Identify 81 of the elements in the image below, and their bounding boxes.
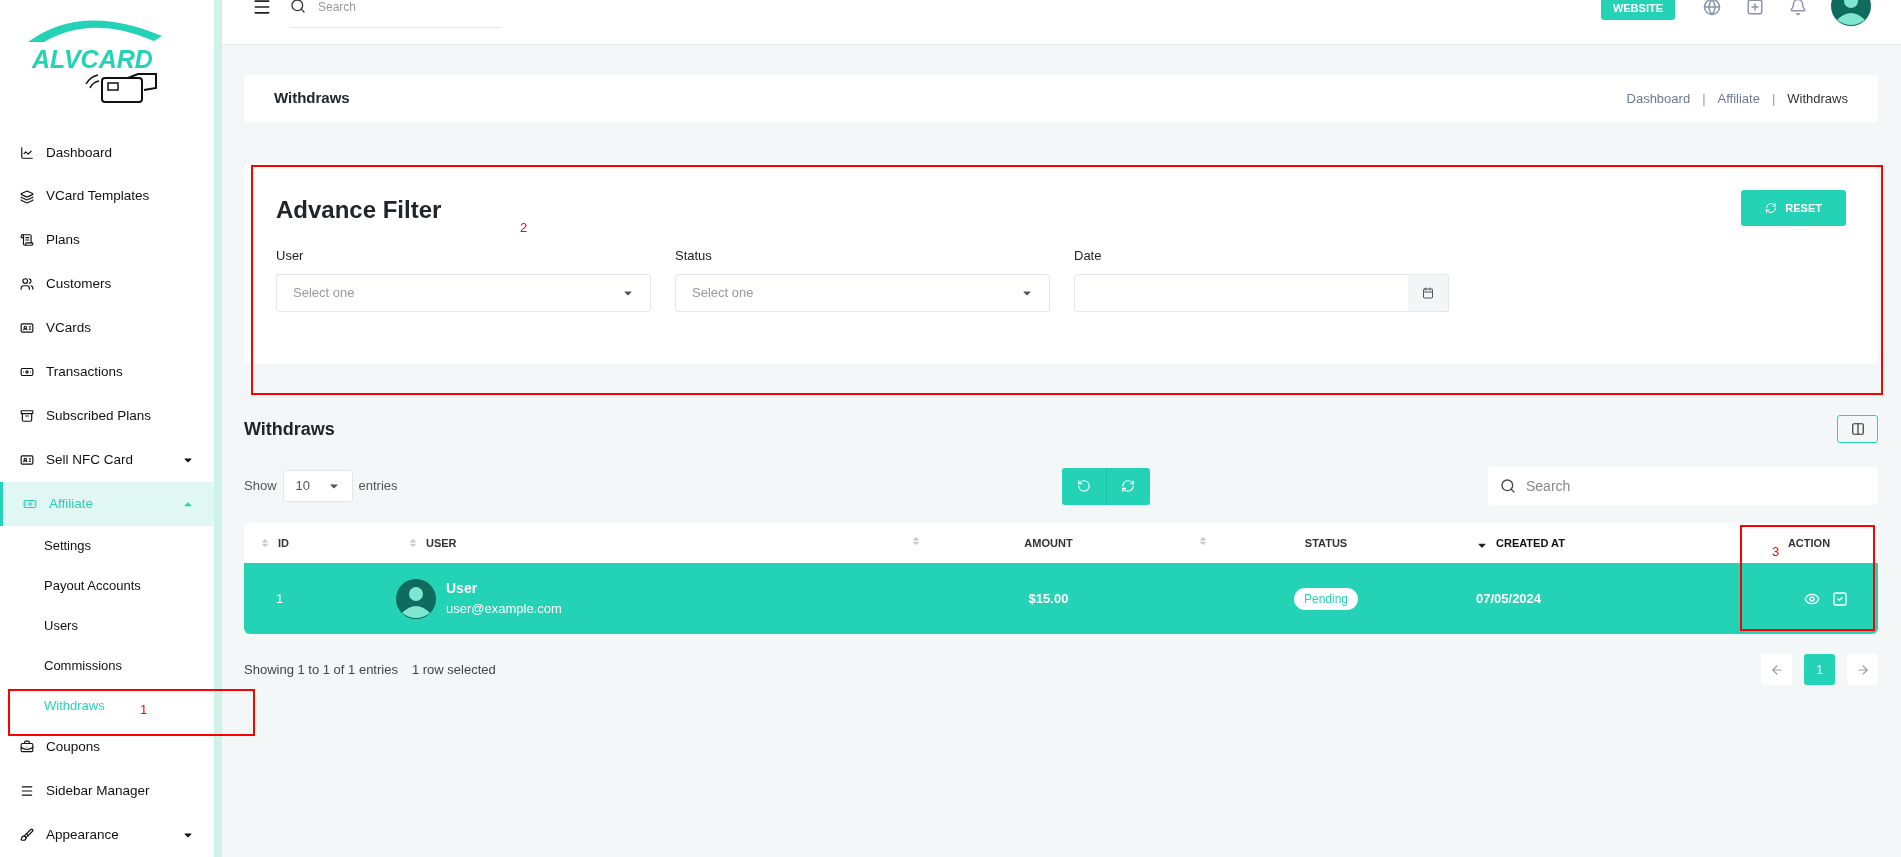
breadcrumb[interactable]: Dashboard — [1626, 88, 1691, 109]
breadcrumb-separator: | — [1771, 89, 1776, 108]
sidebar-item[interactable]: Plans — [0, 218, 214, 263]
next-page-button[interactable] — [1847, 654, 1878, 685]
archive-icon — [20, 409, 34, 423]
check-square-icon[interactable] — [1832, 590, 1848, 607]
column-header: ACTION — [1787, 535, 1831, 551]
breadcrumb[interactable]: Affiliate — [1717, 88, 1760, 109]
sidebar-item[interactable]: VCard Templates — [0, 174, 214, 219]
table-cell-text: 07/05/2024 — [1475, 589, 1543, 608]
reset-sort-button[interactable] — [1061, 467, 1106, 505]
entries-label: entries — [358, 477, 398, 496]
menu-icon — [20, 784, 34, 799]
selection-info: 1 row selected — [411, 660, 496, 679]
sidebar-subitem[interactable]: Payout Accounts — [44, 575, 141, 596]
avatar — [396, 578, 436, 619]
sidebar-item[interactable]: Subscribed Plans — [0, 394, 214, 438]
field-label: Status — [675, 247, 713, 265]
previous-page-button[interactable] — [1761, 654, 1792, 685]
bag-icon — [20, 740, 34, 755]
menu-icon[interactable] — [252, 0, 272, 17]
table-summary: Showing 1 to 1 of 1 entries — [244, 660, 398, 679]
logo: ALVCARD — [22, 14, 182, 106]
id-card-icon — [20, 452, 34, 467]
bell-icon[interactable] — [1789, 0, 1807, 16]
columns-icon — [1850, 422, 1865, 436]
chart-icon — [20, 145, 34, 160]
column-header[interactable]: STATUS — [1304, 534, 1348, 552]
show-label: Show — [244, 477, 277, 496]
sidebar-item[interactable]: Appearance — [0, 813, 214, 857]
breadcrumb-separator: | — [1702, 89, 1706, 108]
user-name: User — [446, 579, 479, 599]
sort-icon[interactable] — [911, 536, 921, 546]
id-card-icon — [20, 321, 34, 336]
column-header[interactable]: CREATED AT — [1496, 534, 1565, 552]
sidebar-item[interactable]: Sidebar Manager — [0, 769, 214, 814]
sidebar-item[interactable]: VCards — [0, 306, 214, 351]
sidebar-item[interactable]: Transactions — [0, 350, 214, 395]
rotate-icon — [1076, 479, 1091, 493]
column-header[interactable]: USER — [426, 534, 457, 552]
users-icon — [20, 277, 34, 292]
sidebar-subitem[interactable]: Users — [44, 615, 78, 636]
sidebar-item[interactable]: Sell NFC Card — [0, 437, 214, 482]
scrollbar[interactable] — [214, 0, 222, 857]
column-toggle-button[interactable] — [1837, 415, 1878, 443]
annotation-number: 3 — [1772, 543, 1780, 561]
table-search-field[interactable]: Search — [1488, 467, 1878, 505]
sidebar-item[interactable]: Coupons — [0, 725, 214, 770]
refresh-icon — [1121, 479, 1136, 493]
sidebar-subitem[interactable]: Commissions — [44, 655, 122, 676]
field-label: User — [276, 247, 305, 265]
page-size-select[interactable]: 10 — [282, 470, 353, 502]
breadcrumb: Withdraws — [1787, 89, 1848, 108]
layers-icon — [20, 189, 34, 204]
brush-icon — [20, 828, 34, 842]
receipt-icon — [20, 233, 34, 248]
user-email: user@example.com — [446, 600, 562, 619]
search-icon — [1500, 478, 1516, 494]
field-label: Date — [1074, 247, 1103, 265]
column-header[interactable]: ID — [278, 534, 289, 552]
search-icon — [290, 0, 306, 14]
sort-icon[interactable] — [408, 538, 418, 548]
annotation-number: 2 — [520, 219, 528, 237]
status-badge: Pending — [1293, 587, 1358, 610]
refresh-button[interactable] — [1105, 467, 1150, 505]
table-cell-text: 1 — [275, 589, 285, 608]
calendar-icon — [1422, 286, 1434, 299]
section-title: Withdraws — [244, 417, 335, 441]
sidebar-subitem[interactable]: Settings — [44, 535, 91, 556]
refresh-icon — [1765, 202, 1778, 214]
annotation-number: 1 — [140, 701, 148, 719]
sort-icon[interactable] — [1198, 536, 1208, 546]
sidebar-item[interactable]: Customers — [0, 262, 214, 307]
table-cell-text: $15.00 — [1027, 589, 1070, 608]
filter-title: Advance Filter — [276, 195, 442, 225]
sort-icon[interactable] — [260, 538, 270, 548]
column-header[interactable]: AMOUNT — [1024, 534, 1073, 552]
page-title: Withdraws — [274, 88, 350, 109]
globe-icon[interactable] — [1703, 0, 1721, 16]
sidebar-item[interactable]: Dashboard — [0, 130, 214, 175]
date-field[interactable] — [1074, 273, 1449, 312]
